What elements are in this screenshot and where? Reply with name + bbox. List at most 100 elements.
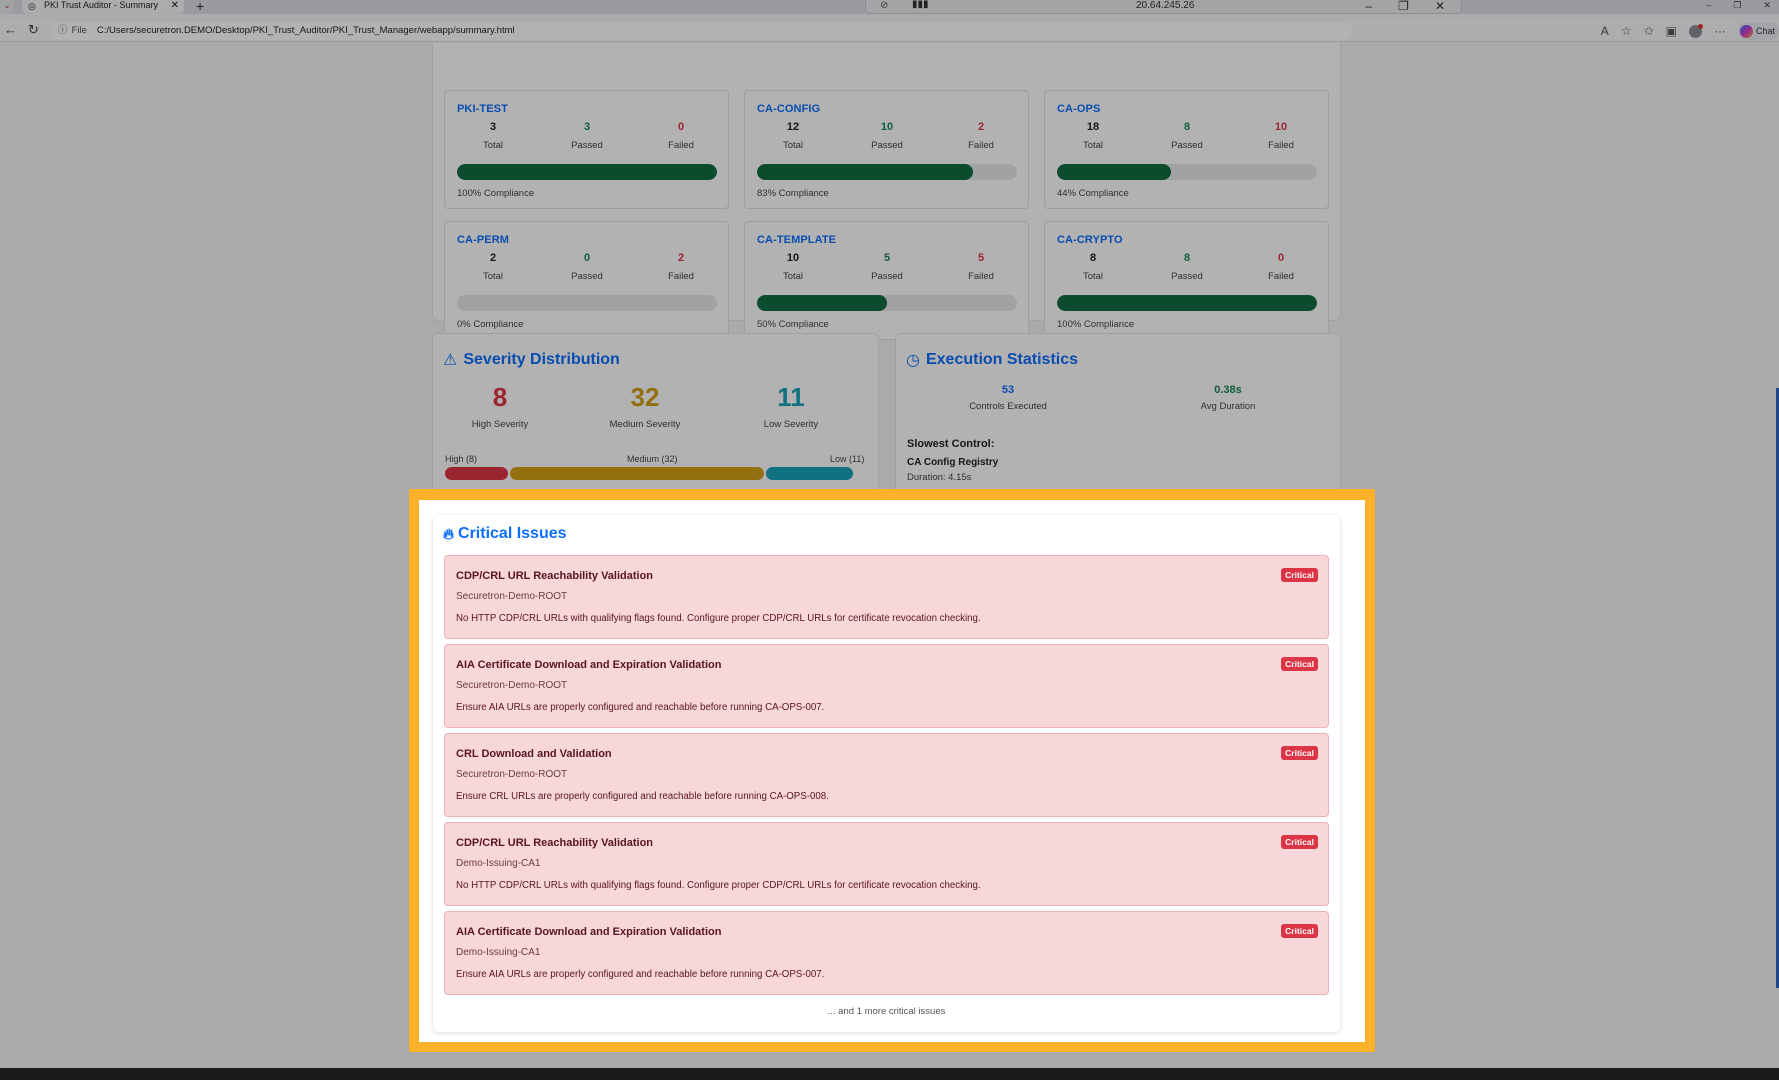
failed-label: Failed — [1268, 140, 1294, 151]
critical-issues-title: 🔥︎ Critical Issues — [443, 525, 567, 543]
url-field[interactable]: ⓘ File C:/Users/securetron.DEMO/Desktop/PK… — [52, 22, 1352, 40]
category-card: PKI-TEST 3 Total 3 Passed 0 Failed 100% Complia… — [444, 90, 729, 209]
passed-count: 10 — [880, 121, 894, 133]
back-arrow-icon[interactable]: ← — [4, 23, 17, 37]
total-label: Total — [1082, 140, 1104, 151]
critical-badge: Critical — [1281, 746, 1318, 760]
category-name[interactable]: CA-OPS — [1057, 103, 1100, 115]
critical-badge: Critical — [1281, 568, 1318, 582]
copilot-icon — [1739, 24, 1753, 38]
category-name[interactable]: CA-PERM — [457, 234, 509, 246]
remote-ip-address: 20.64.245.26 — [1136, 0, 1195, 11]
issue-ca-name: Demo-Issuing-CA1 — [456, 858, 541, 869]
favorite-star-icon[interactable]: ☆ — [1621, 24, 1632, 38]
fire-icon: 🔥︎ — [443, 525, 455, 543]
browser-tab-active[interactable]: ◎ PKI Trust Auditor - Summary ✕ — [22, 0, 184, 14]
tab-title: PKI Trust Auditor - Summary — [44, 0, 159, 10]
failed-stat: 2 Failed — [641, 252, 721, 282]
clock-icon: ◷ — [906, 352, 920, 369]
collections-icon[interactable]: ▣ — [1666, 24, 1677, 38]
passed-count: 3 — [583, 121, 591, 133]
category-card: CA-OPS 18 Total 8 Passed 10 Failed 44% Complian… — [1044, 90, 1329, 209]
compliance-bar-fill — [1057, 295, 1317, 311]
issue-title: AIA Certificate Download and Expiration … — [456, 926, 722, 938]
issue-description: Ensure AIA URLs are properly configured … — [456, 969, 825, 980]
total-count: 3 — [489, 121, 497, 133]
rdp-restore-icon[interactable]: ❐ — [1398, 0, 1409, 13]
compliance-text: 100% Compliance — [1057, 319, 1135, 330]
tab-overflow-chevron-icon[interactable]: ⌄ — [0, 0, 14, 14]
low-severity-label: Low Severity — [763, 419, 819, 430]
window-restore-icon[interactable]: ❐ — [1733, 0, 1741, 11]
copilot-button[interactable]: Chat — [1737, 22, 1779, 40]
passed-stat: 3 Passed — [547, 121, 627, 151]
window-minimize-icon[interactable]: – — [1706, 0, 1711, 11]
globe-icon: ◎ — [28, 1, 36, 11]
info-icon[interactable]: ⓘ — [58, 25, 68, 36]
copilot-label: Chat — [1755, 26, 1775, 36]
refresh-icon[interactable]: ↻ — [28, 23, 39, 37]
issue-description: Ensure AIA URLs are properly configured … — [456, 702, 825, 713]
read-aloud-icon[interactable]: A — [1601, 24, 1609, 38]
total-stat: 10 Total — [753, 252, 833, 282]
tab-close-icon[interactable]: ✕ — [171, 0, 179, 11]
total-label: Total — [482, 271, 504, 282]
category-name[interactable]: CA-TEMPLATE — [757, 234, 836, 246]
issue-ca-name: Securetron-Demo-ROOT — [456, 769, 568, 780]
compliance-bar — [457, 295, 717, 311]
issue-ca-name: Securetron-Demo-ROOT — [456, 680, 568, 691]
rdp-minimize-icon[interactable]: – — [1365, 0, 1372, 13]
issue-description: Ensure CRL URLs are properly configured … — [456, 791, 829, 802]
issue-description: No HTTP CDP/CRL URLs with qualifying fla… — [456, 880, 981, 891]
passed-count: 8 — [1183, 252, 1191, 264]
issue-ca-name: Securetron-Demo-ROOT — [456, 591, 568, 602]
warning-icon: ⚠ — [443, 352, 458, 369]
high-bar-label: High (8) — [445, 454, 478, 464]
failed-stat: 0 Failed — [641, 121, 721, 151]
passed-stat: 8 Passed — [1147, 121, 1227, 151]
passed-stat: 5 Passed — [847, 252, 927, 282]
favorites-icon[interactable]: ✩ — [1644, 24, 1654, 38]
low-severity-bar — [766, 467, 853, 480]
total-count: 2 — [489, 252, 497, 264]
category-name[interactable]: CA-CRYPTO — [1057, 234, 1123, 246]
more-menu-icon[interactable]: ··· — [1714, 24, 1726, 38]
category-card: CA-CONFIG 12 Total 10 Passed 2 Failed 83% Compl… — [744, 90, 1029, 209]
address-bar-row: ← ↻ ⓘ File C:/Users/securetron.DEMO/Deskto… — [0, 20, 1779, 42]
pin-icon[interactable]: ⊘ — [880, 0, 888, 11]
issue-title: AIA Certificate Download and Expiration … — [456, 659, 722, 671]
medium-severity-label: Medium Severity — [609, 419, 681, 430]
failed-count: 2 — [977, 121, 985, 133]
total-stat: 18 Total — [1053, 121, 1133, 151]
failed-stat: 0 Failed — [1241, 252, 1321, 282]
category-name[interactable]: PKI-TEST — [457, 103, 508, 115]
critical-issues-panel: 🔥︎ Critical Issues CDP/CRL URL Reachabili… — [433, 515, 1340, 1032]
failed-label: Failed — [668, 271, 694, 282]
compliance-text: 50% Compliance — [757, 319, 829, 330]
window-close-icon[interactable]: ✕ — [1763, 0, 1771, 11]
total-stat: 8 Total — [1053, 252, 1133, 282]
rdp-close-icon[interactable]: ✕ — [1435, 0, 1445, 13]
failed-stat: 10 Failed — [1241, 121, 1321, 151]
profile-avatar[interactable] — [1688, 23, 1703, 38]
critical-issue-card: CDP/CRL URL Reachability Validation Demo-… — [444, 822, 1329, 906]
failed-count: 0 — [1277, 252, 1285, 264]
compliance-bar-fill — [457, 164, 717, 180]
controls-executed-count: 53 — [1001, 384, 1015, 396]
critical-issue-card: AIA Certificate Download and Expiration … — [444, 911, 1329, 995]
compliance-bar-fill — [757, 295, 887, 311]
passed-stat: 8 Passed — [1147, 252, 1227, 282]
category-card: CA-PERM 2 Total 0 Passed 2 Failed 0% Compliance — [444, 221, 729, 340]
critical-issue-card: AIA Certificate Download and Expiration … — [444, 644, 1329, 728]
avg-duration-label: Avg Duration — [1200, 401, 1256, 412]
compliance-text: 100% Compliance — [457, 188, 535, 199]
total-count: 8 — [1089, 252, 1097, 264]
connection-signal-icon[interactable]: ▮▮▮ — [912, 0, 929, 10]
low-bar-label: Low (11) — [830, 454, 865, 464]
passed-label: Passed — [871, 271, 903, 282]
category-name[interactable]: CA-CONFIG — [757, 103, 820, 115]
failed-count: 5 — [977, 252, 985, 264]
compliance-text: 83% Compliance — [757, 188, 829, 199]
url-text[interactable]: C:/Users/securetron.DEMO/Desktop/PKI_Tru… — [97, 25, 515, 36]
new-tab-button[interactable]: + — [196, 0, 204, 14]
